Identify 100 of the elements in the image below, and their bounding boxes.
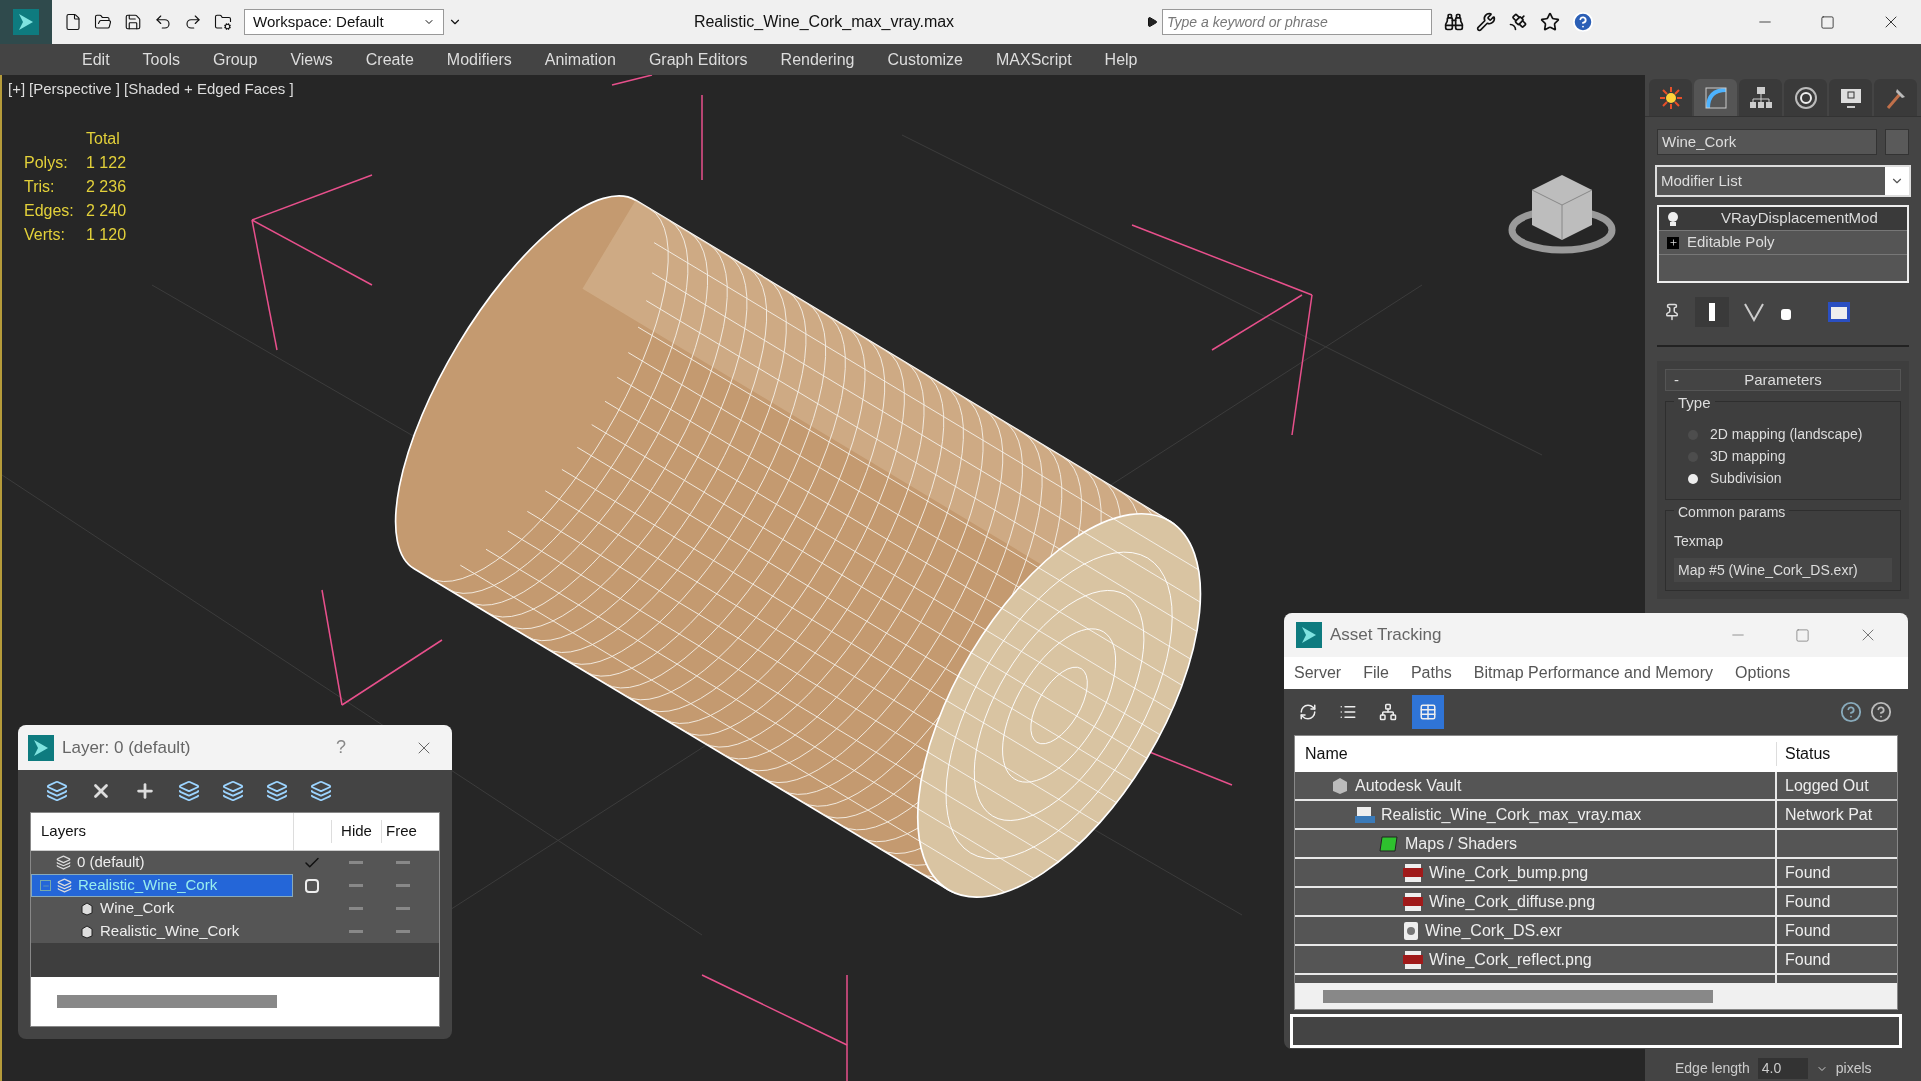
add-icon[interactable]: [134, 780, 156, 802]
menu-item[interactable]: Modifiers: [446, 47, 512, 72]
satellite-icon[interactable]: [1508, 12, 1528, 32]
horizontal-scrollbar[interactable]: [57, 995, 277, 1008]
freeze-toggle[interactable]: [396, 861, 410, 864]
undo-icon[interactable]: [154, 13, 172, 31]
freeze-toggle[interactable]: [396, 930, 410, 933]
menu-item[interactable]: Edit: [82, 47, 110, 72]
hide-toggle[interactable]: [349, 884, 363, 887]
help-icon[interactable]: [1840, 701, 1862, 723]
asset-item[interactable]: Wine_Cork_DS.exr: [1295, 917, 1777, 944]
funnel-icon[interactable]: [1743, 302, 1765, 322]
stats-label: Tris:: [24, 177, 56, 197]
layer-item[interactable]: 0 (default): [31, 851, 293, 874]
app-logo-icon: [1296, 622, 1322, 648]
column-header[interactable]: Hide: [331, 820, 381, 843]
configure-sets-icon[interactable]: [1827, 301, 1851, 323]
asset-item[interactable]: Autodesk Vault: [1295, 772, 1777, 799]
search-field[interactable]: Type a keyword or phrase: [1162, 9, 1432, 35]
viewport-label[interactable]: [+]: [8, 78, 26, 101]
show-end-result-button[interactable]: [1695, 297, 1729, 327]
hide-toggle[interactable]: [349, 907, 363, 910]
menu-item[interactable]: Animation: [544, 47, 616, 72]
object-color-swatch[interactable]: [1885, 129, 1909, 155]
project-folder-icon[interactable]: [214, 13, 232, 31]
toolbar-button[interactable]: [1412, 695, 1444, 729]
save-icon[interactable]: [124, 13, 142, 31]
stats-value: 2 240: [86, 201, 127, 221]
image-file-icon: [1403, 921, 1419, 940]
search-expand-icon[interactable]: [1146, 16, 1158, 28]
app-menu-button[interactable]: [0, 0, 52, 44]
radio-button[interactable]: [1688, 473, 1698, 484]
wrench-icon[interactable]: [1476, 12, 1496, 32]
context-help-icon[interactable]: [1870, 701, 1892, 723]
menu-item[interactable]: Customize: [887, 47, 963, 72]
panel-tab[interactable]: [1784, 79, 1827, 116]
asset-item[interactable]: Wine_Cork_bump.png: [1295, 859, 1777, 886]
pin-stack-icon[interactable]: [1663, 303, 1681, 321]
active-layer-checkbox[interactable]: [305, 878, 319, 893]
layer-item[interactable]: Realistic_Wine_Cork: [31, 874, 293, 897]
layer-item[interactable]: Realistic_Wine_Cork: [31, 920, 293, 943]
parameters-rollout-header[interactable]: - Parameters: [1665, 369, 1901, 391]
modifier-list-dropdown[interactable]: Modifier List: [1655, 165, 1911, 197]
redo-icon[interactable]: [184, 13, 202, 31]
freeze-toggle[interactable]: [396, 907, 410, 910]
menu-item[interactable]: Paths: [1410, 661, 1452, 685]
texmap-button[interactable]: Map #5 (Wine_Cork_DS.exr): [1674, 558, 1892, 582]
maps-folder-icon: [1379, 834, 1399, 853]
menu-item[interactable]: Graph Editors: [648, 47, 748, 72]
asset-item[interactable]: Wine_Cork_diffuse.png: [1295, 888, 1777, 915]
menu-item[interactable]: Help: [1104, 47, 1138, 72]
object-name-field[interactable]: Wine_Cork: [1657, 129, 1877, 155]
menu-item[interactable]: Tools: [142, 47, 180, 72]
viewport-label[interactable]: [Perspective ]: [29, 78, 120, 101]
expand-icon[interactable]: [1667, 236, 1679, 249]
dialog-title: Asset Tracking: [1330, 624, 1442, 647]
modifier-stack-list[interactable]: VRayDisplacementMod Editable Poly: [1657, 205, 1909, 283]
column-header[interactable]: Status: [1777, 742, 1831, 766]
asset-status: Found: [1785, 862, 1831, 883]
field-label: Texmap: [1674, 532, 1725, 551]
menu-item[interactable]: Views: [290, 47, 333, 72]
modifier-stack-item[interactable]: Editable Poly: [1659, 231, 1907, 255]
max-file-icon: [1355, 805, 1375, 824]
menu-item[interactable]: Options: [1735, 661, 1791, 685]
panel-tab[interactable]: [1649, 79, 1692, 116]
asset-item[interactable]: Maps / Shaders: [1295, 830, 1777, 857]
edge-length-field[interactable]: 4.0: [1757, 1058, 1808, 1079]
menu-item[interactable]: Rendering: [780, 47, 855, 72]
layer-item[interactable]: Wine_Cork: [31, 897, 293, 920]
column-header[interactable]: Layers: [31, 820, 293, 843]
menu-item[interactable]: MAXScript: [996, 47, 1072, 72]
hide-toggle[interactable]: [349, 861, 363, 864]
stats-header: Total: [86, 130, 120, 147]
new-file-icon[interactable]: [64, 13, 82, 31]
menu-item[interactable]: Group: [212, 47, 258, 72]
window-title: Realistic_Wine_Cork_max_vray.max: [693, 12, 955, 32]
column-header[interactable]: Free: [381, 820, 425, 843]
open-folder-icon[interactable]: [94, 13, 112, 31]
stats-label: Polys:: [24, 153, 69, 173]
dialog-title: Layer: 0 (default): [62, 736, 191, 759]
viewport-label[interactable]: [Shaded + Edged Faces ]: [124, 78, 294, 101]
asset-item[interactable]: Realistic_Wine_Cork_max_vray.max: [1295, 801, 1777, 828]
binoculars-icon[interactable]: [1444, 12, 1464, 32]
asset-item[interactable]: Wine_Cork_reflect.png: [1295, 946, 1777, 973]
workspace-dropdown[interactable]: Workspace: Default: [244, 9, 444, 35]
column-header[interactable]: Name: [1295, 742, 1777, 766]
modifier-stack-item[interactable]: VRayDisplacementMod: [1659, 207, 1907, 231]
freeze-toggle[interactable]: [396, 884, 410, 887]
star-icon[interactable]: [1540, 12, 1560, 32]
object-box-icon: [80, 901, 94, 916]
panel-tab[interactable]: [1739, 79, 1782, 116]
sunburst-icon: [1658, 85, 1683, 110]
horizontal-scrollbar[interactable]: [1323, 989, 1713, 1003]
menu-item[interactable]: File: [1363, 661, 1389, 685]
menu-item[interactable]: Create: [365, 47, 414, 72]
menu-item[interactable]: Server: [1294, 661, 1342, 685]
viewcube-icon[interactable]: [1508, 175, 1616, 254]
maximize-icon[interactable]: [1820, 14, 1835, 30]
panel-tab[interactable]: [1829, 79, 1872, 116]
hide-toggle[interactable]: [349, 930, 363, 933]
